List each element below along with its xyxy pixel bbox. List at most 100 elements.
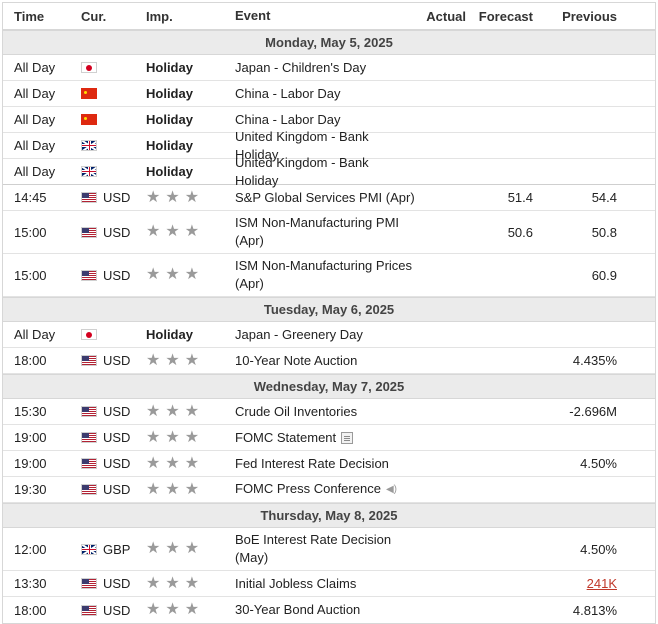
event-importance: Holiday — [146, 322, 231, 347]
event-name[interactable]: United Kingdom - Bank Holiday — [235, 155, 369, 188]
event-name[interactable]: China - Labor Day — [235, 86, 341, 101]
table-row[interactable]: All Day Holiday Japan - Children's Day — [3, 55, 655, 81]
event-time: 19:30 — [14, 482, 47, 497]
star-icon: ★ — [165, 188, 180, 206]
us-flag-icon — [81, 269, 97, 281]
event-time: 15:00 — [14, 267, 47, 283]
flag-cell — [81, 322, 97, 347]
column-header-event[interactable]: Event — [235, 3, 415, 29]
star-icon: ★ — [146, 601, 161, 618]
star-icon: ★ — [165, 454, 180, 472]
event-currency: USD — [103, 190, 131, 205]
table-row[interactable]: All Day Holiday United Kingdom - Bank Holi… — [3, 155, 655, 188]
importance-stars: ★ ★ ★ — [146, 429, 199, 446]
holiday-label: Holiday — [146, 112, 193, 127]
event-name[interactable]: Initial Jobless Claims — [235, 576, 356, 591]
column-header-forecast[interactable]: Forecast — [473, 3, 533, 29]
event-forecast — [473, 348, 533, 373]
event-name[interactable]: China - Labor Day — [235, 112, 341, 127]
event-currency: USD — [103, 224, 131, 240]
event-previous: 241K — [543, 571, 617, 596]
event-name[interactable]: FOMC Statement — [235, 430, 336, 445]
event-currency: USD — [103, 404, 131, 419]
table-row[interactable]: 14:45 USD ★ ★ ★ S&P Global Services PMI (Apr)… — [3, 185, 655, 211]
table-row[interactable]: 19:00 USD ★ ★ ★ FOMC Statement — [3, 425, 655, 451]
table-row[interactable]: 18:00 USD ★ ★ ★ 10-Year Note Auction 4.435% — [3, 348, 655, 374]
event-forecast — [473, 254, 533, 296]
us-flag-icon — [81, 355, 97, 366]
column-header-importance[interactable]: Imp. — [146, 3, 231, 29]
table-row[interactable]: 19:30 USD ★ ★ ★ FOMC Press Conference ◀) — [3, 477, 655, 503]
event-forecast: 50.6 — [507, 224, 533, 240]
us-flag-icon — [81, 578, 97, 589]
event-name[interactable]: Crude Oil Inventories — [235, 404, 357, 419]
speaker-icon[interactable]: ◀) — [386, 481, 397, 499]
column-header-time[interactable]: Time — [14, 3, 74, 29]
star-icon: ★ — [184, 454, 200, 472]
event-name[interactable]: FOMC Press Conference — [235, 481, 381, 496]
event-name[interactable]: BoE Interest Rate Decision (May) — [235, 532, 391, 565]
uk-flag-icon — [81, 140, 97, 151]
event-previous — [543, 81, 617, 106]
economic-calendar-table: Time Cur. Imp. Event Actual Forecast Pre… — [2, 2, 656, 624]
us-flag-icon — [81, 604, 97, 616]
star-icon: ★ — [165, 402, 180, 420]
event-currency: USD — [103, 430, 131, 445]
us-flag-icon — [81, 406, 97, 417]
event-currency — [103, 322, 143, 347]
event-previous: 4.50% — [543, 528, 617, 570]
table-row[interactable]: 19:00 USD ★ ★ ★ Fed Interest Rate Decision 4.5… — [3, 451, 655, 477]
event-name[interactable]: S&P Global Services PMI (Apr) — [235, 190, 415, 205]
event-name[interactable]: Fed Interest Rate Decision — [235, 456, 389, 471]
table-row[interactable]: 15:00 USD ★ ★ ★ ISM Non-Manufacturing Prices … — [3, 254, 655, 297]
event-importance: ★ ★ ★ — [146, 211, 231, 253]
event-actual — [418, 477, 466, 502]
event-time: 18:00 — [14, 353, 47, 368]
event-currency — [103, 133, 143, 158]
event-actual — [418, 185, 466, 210]
event-previous — [543, 55, 617, 80]
event-name[interactable]: Japan - Children's Day — [235, 60, 366, 75]
event-actual — [418, 528, 466, 570]
flag-cell — [81, 185, 97, 210]
event-importance: ★ ★ ★ — [146, 425, 231, 450]
star-icon: ★ — [184, 480, 200, 498]
event-forecast — [473, 322, 533, 347]
event-time: 15:00 — [14, 224, 47, 240]
flag-cell — [81, 133, 97, 158]
event-time: 19:00 — [14, 430, 47, 445]
event-name[interactable]: Japan - Greenery Day — [235, 327, 363, 342]
table-row[interactable]: All Day Holiday China - Labor Day — [3, 81, 655, 107]
event-currency: USD — [103, 456, 131, 471]
event-previous — [543, 159, 617, 184]
column-header-actual[interactable]: Actual — [418, 3, 466, 29]
event-actual — [418, 254, 466, 296]
event-name[interactable]: 10-Year Note Auction — [235, 353, 357, 368]
holiday-label: Holiday — [146, 86, 193, 101]
holiday-label: Holiday — [146, 327, 193, 342]
column-header-currency[interactable]: Cur. — [81, 3, 121, 29]
table-row[interactable]: 15:00 USD ★ ★ ★ ISM Non-Manufacturing PMI (Ap… — [3, 211, 655, 254]
table-row[interactable]: 13:30 USD ★ ★ ★ Initial Jobless Claims 241K — [3, 571, 655, 597]
event-previous: 54.4 — [543, 185, 617, 210]
table-row[interactable]: 12:00 GBP ★ ★ ★ BoE Interest Rate Decision (M… — [3, 528, 655, 571]
event-name[interactable]: ISM Non-Manufacturing PMI (Apr) — [235, 215, 399, 248]
table-row[interactable]: 15:30 USD ★ ★ ★ Crude Oil Inventories -2.696M — [3, 399, 655, 425]
flag-cell — [81, 211, 97, 253]
previous-value: 4.435% — [572, 353, 617, 368]
previous-value: 4.50% — [580, 541, 617, 557]
us-flag-icon — [81, 458, 97, 469]
event-previous — [543, 133, 617, 158]
star-icon: ★ — [146, 402, 161, 420]
table-row[interactable]: 18:00 USD ★ ★ ★ 30-Year Bond Auction 4.813% — [3, 597, 655, 623]
event-name[interactable]: ISM Non-Manufacturing Prices (Apr) — [235, 258, 412, 291]
column-header-previous[interactable]: Previous — [543, 3, 617, 29]
flag-cell — [81, 55, 97, 80]
table-row[interactable]: All Day Holiday Japan - Greenery Day — [3, 322, 655, 348]
event-importance: ★ ★ ★ — [146, 528, 231, 570]
star-icon: ★ — [165, 480, 180, 498]
event-time: All Day — [14, 164, 56, 179]
star-icon: ★ — [184, 351, 200, 369]
event-time: All Day — [14, 138, 56, 153]
document-icon[interactable] — [341, 432, 354, 445]
